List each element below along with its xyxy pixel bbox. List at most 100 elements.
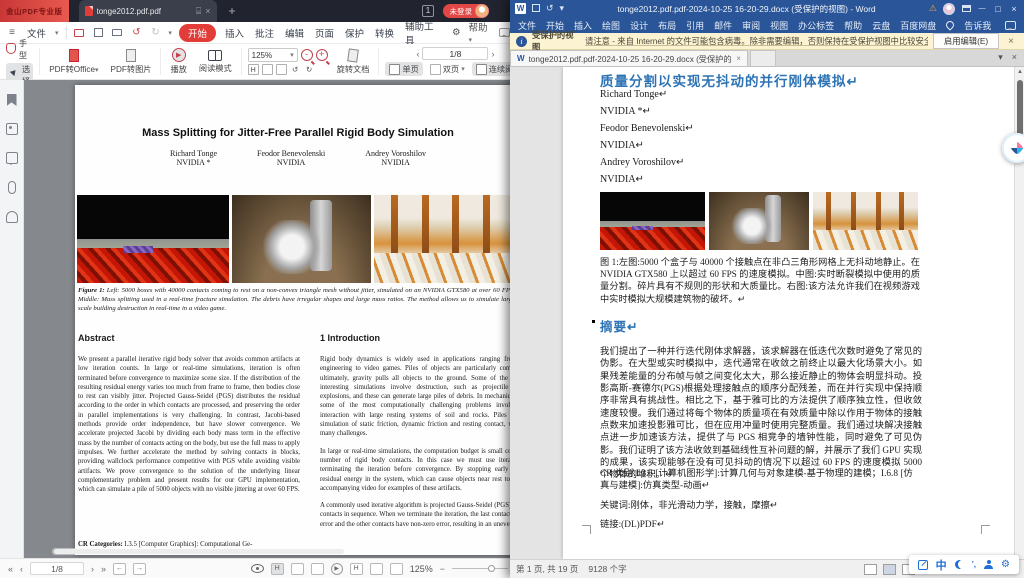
print-icon[interactable] [111, 27, 123, 39]
rotate-left-icon[interactable]: ↺ [290, 64, 301, 75]
prev-page-icon[interactable]: ‹ [20, 564, 23, 574]
menu-edit[interactable]: 编辑 [283, 24, 306, 42]
read-mode-button[interactable]: 阅读模式 [196, 49, 235, 75]
enable-editing-button[interactable]: 启用编辑(E) [933, 33, 999, 49]
account-avatar[interactable] [943, 3, 955, 15]
pdf-document-tab[interactable]: tonge2012.pdf.pdf ⌸ × [79, 0, 217, 22]
double-page-button[interactable]: 双页▾ [426, 62, 469, 76]
print-layout-view-icon[interactable] [883, 564, 896, 575]
feedback-bubble-icon[interactable] [499, 28, 510, 37]
tab-design[interactable]: 设计 [630, 19, 648, 32]
stamp-icon[interactable] [6, 211, 18, 223]
thumbnails-icon[interactable] [6, 123, 18, 135]
next-view-icon[interactable]: → [133, 563, 146, 575]
tab-view[interactable]: 视图 [770, 19, 788, 32]
zoom-out-button[interactable]: − [440, 564, 445, 574]
play-button[interactable]: ▶ 播放 [167, 47, 189, 76]
tab-mailings[interactable]: 邮件 [714, 19, 732, 32]
horizontal-scrollbar[interactable] [52, 548, 516, 555]
tab-count-badge[interactable]: 1 [422, 5, 434, 17]
menu-annotate[interactable]: 批注 [253, 24, 276, 42]
bookmarks-icon[interactable] [7, 94, 17, 106]
undo-icon[interactable]: ↺ [546, 3, 554, 14]
redo-icon[interactable]: ↻ [149, 27, 161, 39]
first-page-icon[interactable]: « [8, 564, 13, 574]
fit-height-icon[interactable]: H [248, 64, 259, 75]
tab-draw[interactable]: 绘图 [602, 19, 620, 32]
minimize-button[interactable]: — [977, 5, 987, 12]
menu-insert[interactable]: 插入 [223, 24, 246, 42]
fit-height-icon[interactable]: H [350, 563, 363, 575]
new-document-tab[interactable] [750, 50, 776, 66]
pdf-to-office-button[interactable]: PDF转Office▾ [46, 48, 101, 76]
play-slideshow-icon[interactable]: ▶ [331, 563, 343, 575]
pdf-page[interactable]: Mass Splitting for Jitter-Free Parallel … [75, 85, 516, 555]
tab-references[interactable]: 引用 [686, 19, 704, 32]
fit-width-icon[interactable] [262, 64, 273, 75]
tab-review[interactable]: 审阅 [742, 19, 760, 32]
banner-close-icon[interactable]: × [1004, 36, 1018, 47]
menu-page[interactable]: 页面 [313, 24, 336, 42]
tab-cloud-drive[interactable]: 云盘 [872, 19, 890, 32]
floating-assistant-ball[interactable] [1002, 133, 1024, 163]
page-indicator-input[interactable]: 1/8 [422, 47, 488, 60]
book-view-icon[interactable] [311, 563, 324, 575]
rotate-right-icon[interactable]: ↻ [304, 64, 315, 75]
pin-tab-icon[interactable]: ⌸ [196, 7, 201, 16]
last-page-icon[interactable]: » [101, 564, 106, 574]
next-page-icon[interactable]: › [91, 564, 94, 574]
undo-icon[interactable]: ↺ [130, 27, 142, 39]
menu-start-active[interactable]: 开始 [179, 24, 216, 42]
comments-bubble-icon[interactable] [1005, 21, 1016, 30]
save-icon[interactable] [532, 4, 540, 14]
word-page[interactable]: 质量分割以实现无抖动的并行刚体模拟↵ Richard Tonge↵ NVIDIA… [563, 67, 1015, 559]
tabbar-close-icon[interactable]: × [1012, 52, 1017, 63]
zoom-out-icon[interactable]: - [301, 49, 313, 61]
page-view-icon[interactable] [291, 563, 304, 575]
status-page-indicator[interactable]: 1/8 [30, 562, 84, 575]
shape-icon[interactable] [390, 563, 403, 575]
ime-settings-icon[interactable]: ⚙ [1001, 559, 1010, 570]
eye-protect-icon[interactable] [251, 564, 264, 573]
next-page-icon[interactable]: › [491, 49, 494, 59]
fit-page-icon[interactable] [276, 64, 287, 75]
comments-icon[interactable] [6, 152, 18, 164]
ime-pen-icon[interactable] [918, 560, 928, 570]
prev-page-icon[interactable]: ‹ [416, 49, 419, 59]
scroll-up-icon[interactable]: ▲ [1017, 69, 1023, 75]
tab-baidu-netdisk[interactable]: 百度网盘 [900, 19, 936, 32]
ribbon-display-options-icon[interactable] [961, 4, 971, 14]
zoom-select[interactable]: 125%▾ [248, 48, 298, 62]
single-page-view-icon[interactable]: H [271, 563, 284, 575]
ime-punctuation-icon[interactable]: ’, [972, 560, 976, 569]
close-button[interactable]: × [1009, 4, 1019, 14]
prev-view-icon[interactable]: ← [113, 563, 126, 575]
warning-icon[interactable]: ⚠ [929, 3, 937, 14]
open-folder-icon[interactable] [74, 27, 86, 39]
tab-list-chevron-icon[interactable]: ▾ [998, 52, 1003, 63]
word-document-tab[interactable]: W tonge2012.pdf.pdf-2024-10-25 16-20-29.… [510, 50, 748, 66]
new-tab-button[interactable]: + [229, 4, 236, 18]
ime-language-mode[interactable]: 中 [936, 557, 947, 573]
ime-user-icon[interactable] [984, 560, 993, 569]
menu-convert[interactable]: 转换 [373, 24, 396, 42]
customize-quick-access-icon[interactable]: ▾ [560, 3, 565, 14]
maximize-button[interactable]: □ [993, 4, 1003, 14]
hand-tool-button[interactable]: 手型 [6, 37, 33, 61]
help-menu[interactable]: 帮助▾ [469, 20, 492, 45]
close-doc-tab-icon[interactable]: × [736, 54, 741, 63]
save-icon[interactable] [92, 27, 104, 39]
zoom-slider[interactable] [452, 568, 508, 569]
pdf-to-image-button[interactable]: PDF转图片 [108, 48, 155, 76]
single-page-button[interactable]: 单页 [385, 62, 422, 76]
read-mode-view-icon[interactable] [864, 564, 877, 575]
attachments-icon[interactable] [8, 181, 16, 194]
zoom-in-icon[interactable]: + [316, 49, 328, 61]
h-scroll-thumb[interactable] [54, 549, 344, 554]
more-chevron-icon[interactable]: ▾ [168, 29, 172, 37]
close-tab-icon[interactable]: × [205, 7, 210, 16]
rotate-doc-button[interactable]: 旋转文档 [334, 48, 373, 76]
word-count-status[interactable]: 9128 个字 [588, 563, 626, 575]
tab-office-tabs[interactable]: 办公标签 [798, 19, 834, 32]
login-button[interactable]: 未登录 [443, 4, 489, 18]
